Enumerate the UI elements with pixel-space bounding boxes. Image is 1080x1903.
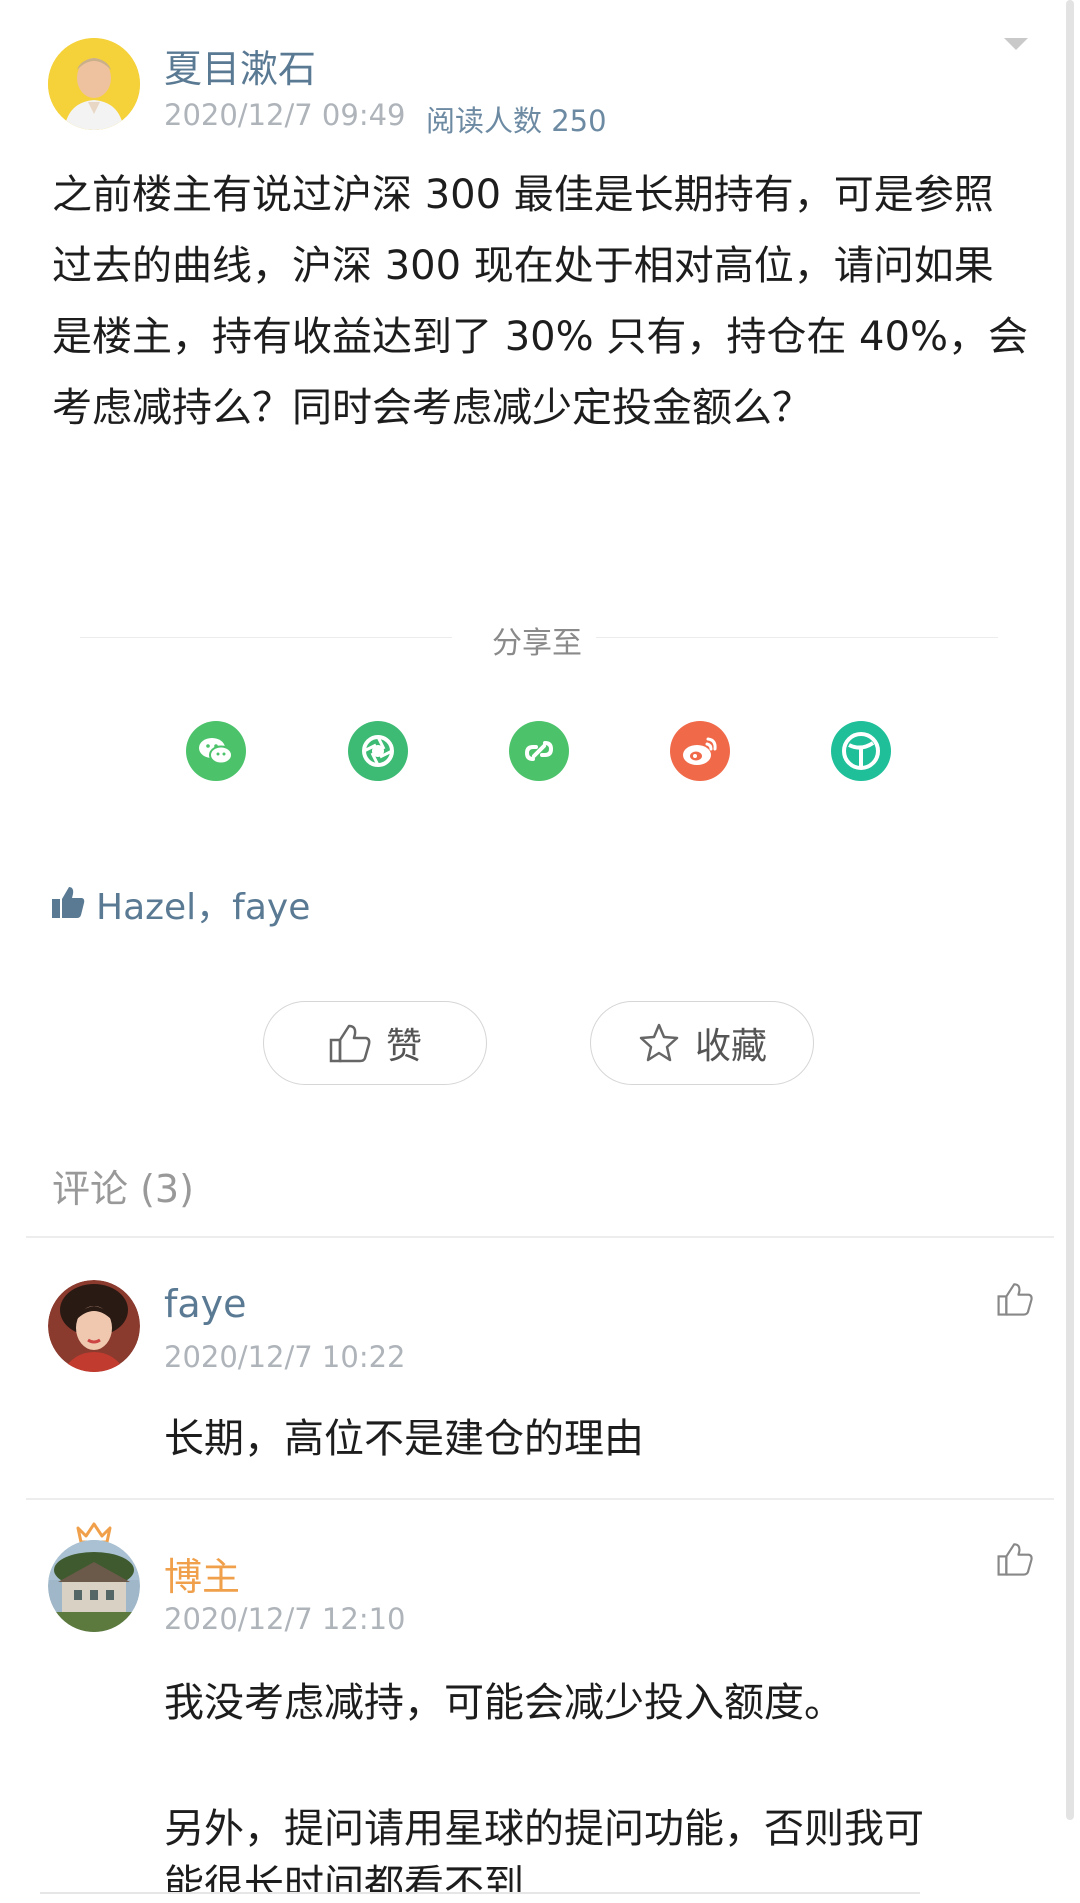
scrollbar[interactable] (1066, 0, 1074, 1820)
liked-users[interactable]: Hazel，faye (96, 878, 310, 930)
commenter-avatar[interactable] (48, 1280, 140, 1372)
thumbs-up-icon (50, 884, 86, 920)
comment-divider (26, 1498, 1054, 1500)
share-divider-left (80, 637, 452, 638)
link-icon[interactable] (509, 721, 569, 781)
post-author[interactable]: 夏目漱石 (164, 38, 316, 93)
chevron-down-icon[interactable] (1004, 38, 1028, 50)
comment-text-clip: 能很长时间都看不到 (164, 1856, 984, 1892)
comment-like-icon[interactable] (996, 1540, 1034, 1578)
app-icon[interactable] (831, 721, 891, 781)
post-body: 之前楼主有说过沪深 300 最佳是长期持有，可是参照过去的曲线，沪深 300 现… (52, 172, 1028, 431)
comment-text-line: 能很长时间都看不到 (164, 1862, 524, 1892)
comment-text-line: 我没考虑减持，可能会减少投入额度。 (164, 1680, 844, 1726)
share-divider-right (596, 637, 998, 638)
comments-divider (26, 1236, 1054, 1238)
favorite-button[interactable]: 收藏 (590, 1001, 814, 1085)
blogger-avatar[interactable] (48, 1540, 140, 1632)
star-outline-icon (639, 1023, 679, 1062)
comments-header: 评论 (3) (52, 1167, 194, 1211)
favorite-button-label: 收藏 (694, 1026, 767, 1067)
comment-author[interactable]: faye (164, 1282, 247, 1326)
moments-icon[interactable] (348, 721, 408, 781)
bottom-bar-edge (40, 1892, 920, 1894)
comment-date: 2020/12/7 10:22 (164, 1340, 406, 1374)
comment-date: 2020/12/7 12:10 (164, 1602, 406, 1636)
comment-text-line: 另外，提问请用星球的提问功能，否则我可 (164, 1806, 924, 1852)
comment-text: 长期，高位不是建仓的理由 (164, 1416, 644, 1462)
thumbs-up-outline-icon (329, 1024, 371, 1063)
wechat-icon[interactable] (186, 721, 246, 781)
comment-like-icon[interactable] (996, 1280, 1034, 1318)
like-button-label: 赞 (385, 1026, 422, 1067)
blogger-name[interactable]: 博主 (164, 1546, 240, 1601)
share-label: 分享至 (492, 626, 582, 661)
author-avatar[interactable] (48, 38, 140, 130)
like-button[interactable]: 赞 (263, 1001, 487, 1085)
weibo-icon[interactable] (670, 721, 730, 781)
post-date: 2020/12/7 09:49 (164, 98, 406, 132)
reader-count: 阅读人数 250 (426, 104, 607, 138)
